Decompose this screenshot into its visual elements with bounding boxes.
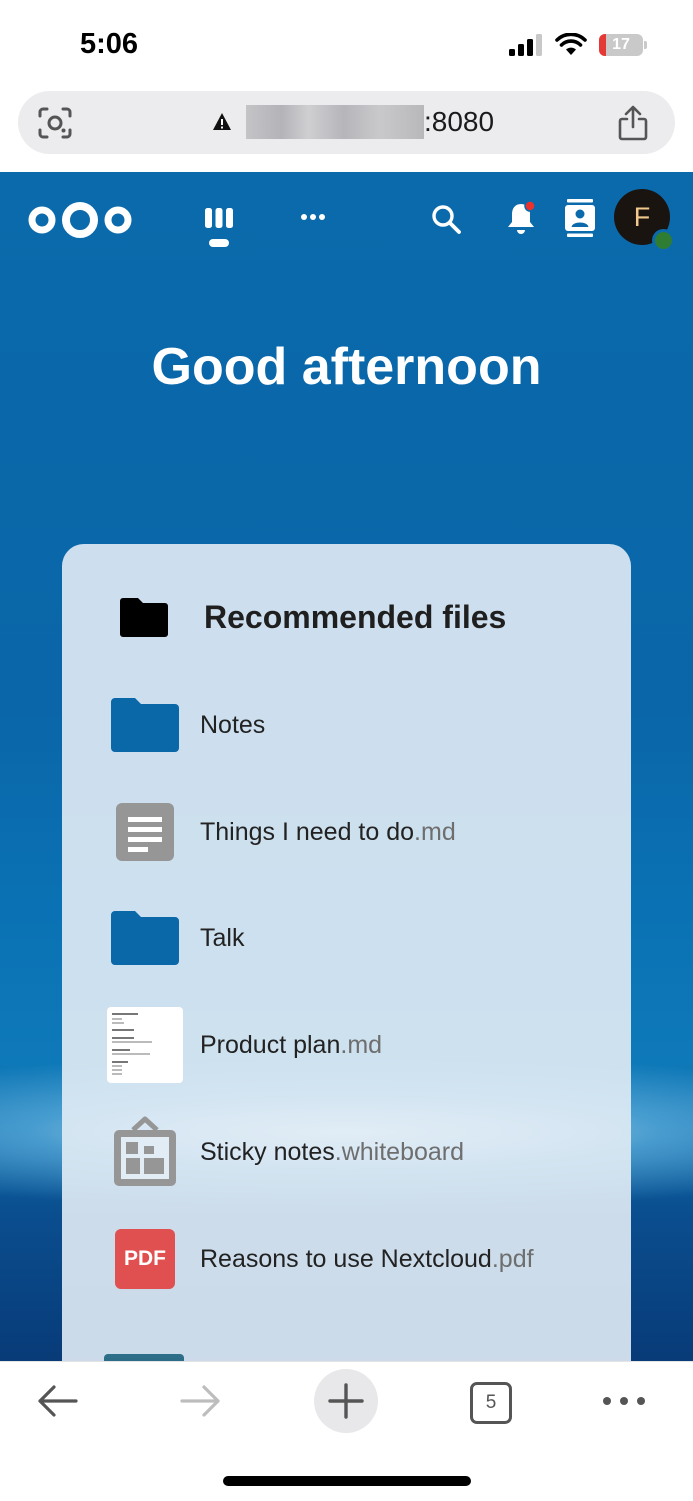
url-display[interactable]: :8080 xyxy=(212,105,494,139)
widget-header: Recommended files xyxy=(118,596,506,638)
recommended-files-widget: Recommended files Notes Things I need to… xyxy=(62,544,631,1361)
contacts-icon[interactable] xyxy=(563,199,597,237)
widget-title: Recommended files xyxy=(204,598,507,635)
cellular-signal-icon xyxy=(509,34,542,56)
plus-icon xyxy=(328,1383,364,1419)
wifi-icon xyxy=(555,33,587,55)
battery-tip xyxy=(644,41,647,49)
battery-icon: 17 xyxy=(599,34,643,56)
browser-bottom-toolbar: 5 xyxy=(0,1361,693,1501)
file-thumbnail xyxy=(106,899,184,977)
whiteboard-icon xyxy=(114,1116,176,1186)
battery-indicator: 17 xyxy=(599,34,647,56)
folder-icon xyxy=(111,911,179,965)
status-bar: 5:06 17 xyxy=(0,0,693,86)
online-status-indicator xyxy=(652,229,675,252)
camera-lens-icon[interactable] xyxy=(38,107,72,139)
tab-switcher-button[interactable]: 5 xyxy=(470,1382,512,1424)
file-item-notes[interactable]: Notes xyxy=(106,680,606,770)
url-port: :8080 xyxy=(424,106,495,137)
file-thumbnail xyxy=(106,686,184,764)
url-host-redacted xyxy=(246,105,424,139)
nextcloud-header: F xyxy=(0,172,693,262)
greeting-title: Good afternoon xyxy=(151,338,542,396)
browser-url-bar[interactable]: :8080 xyxy=(18,91,675,154)
file-name: Notes xyxy=(200,710,266,739)
nextcloud-dashboard: F Good afternoon Recommended files Notes xyxy=(0,172,693,1361)
file-thumbnail: PDF xyxy=(106,1220,184,1298)
file-thumbnail xyxy=(106,1113,184,1191)
file-name: Things I need to do.md xyxy=(200,817,456,846)
file-thumbnail xyxy=(106,793,184,871)
more-menu-icon[interactable] xyxy=(602,1396,646,1406)
file-name: Talk xyxy=(200,923,245,952)
document-preview-thumbnail xyxy=(107,1007,183,1083)
file-item-sticky-notes[interactable]: Sticky notes.whiteboard xyxy=(106,1107,606,1197)
search-icon[interactable] xyxy=(430,203,462,235)
folder-icon xyxy=(111,698,179,752)
file-name: Sticky notes.whiteboard xyxy=(200,1137,465,1166)
warning-icon xyxy=(213,113,231,130)
file-item-talk[interactable]: Talk xyxy=(106,893,606,983)
battery-percent: 17 xyxy=(612,36,630,53)
nextcloud-logo-icon[interactable] xyxy=(26,200,134,240)
folder-icon xyxy=(120,598,168,637)
file-name: Reasons to use Nextcloud.pdf xyxy=(200,1244,534,1273)
file-thumbnail xyxy=(106,1006,184,1084)
file-item-reasons-to-use-nextcloud[interactable]: PDF Reasons to use Nextcloud.pdf xyxy=(106,1214,606,1304)
file-name: Product plan.md xyxy=(200,1030,383,1059)
dashboard-app-icon[interactable] xyxy=(203,208,235,248)
forward-arrow-icon[interactable] xyxy=(180,1384,222,1418)
status-icons: 17 xyxy=(509,33,647,57)
pdf-icon: PDF xyxy=(115,1229,175,1289)
back-arrow-icon[interactable] xyxy=(36,1384,78,1418)
home-indicator xyxy=(223,1476,471,1486)
file-item-product-plan[interactable]: Product plan.md xyxy=(106,1000,606,1090)
new-tab-button[interactable] xyxy=(314,1369,378,1433)
notifications-bell-icon[interactable] xyxy=(505,200,537,236)
share-icon[interactable] xyxy=(617,105,649,141)
image-thumbnail-partial[interactable] xyxy=(104,1354,184,1361)
file-item-things-i-need-to-do[interactable]: Things I need to do.md xyxy=(106,787,606,877)
status-time: 5:06 xyxy=(80,28,139,60)
more-apps-icon[interactable] xyxy=(300,212,326,222)
text-document-icon xyxy=(116,803,174,861)
